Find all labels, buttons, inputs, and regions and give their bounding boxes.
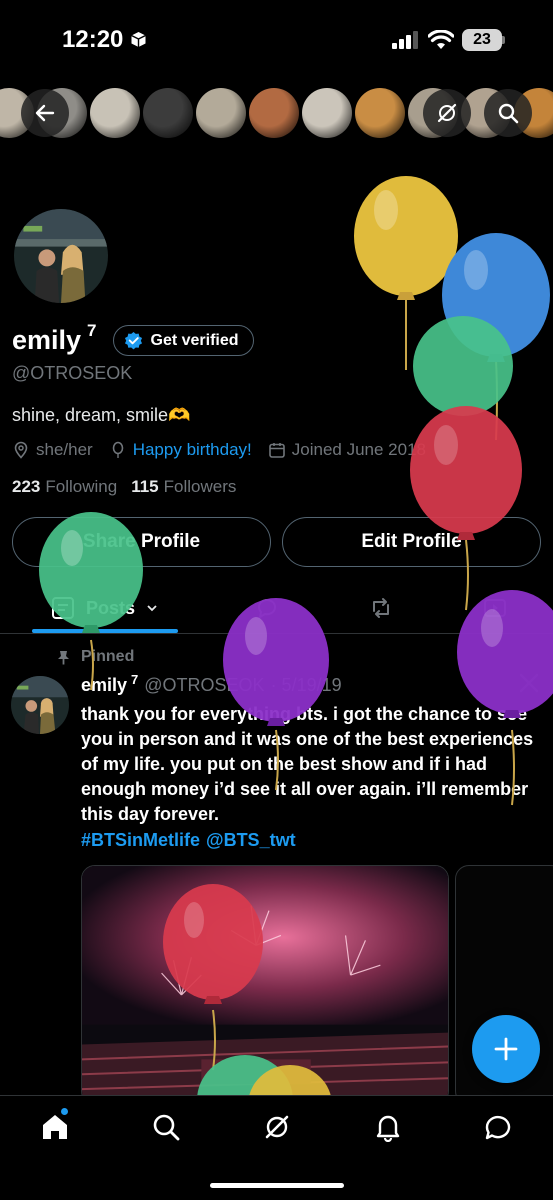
followers-link[interactable]: 115 Followers	[131, 477, 236, 497]
get-verified-button[interactable]: Get verified	[112, 325, 254, 356]
pinned-label: Pinned	[56, 648, 134, 666]
cube-icon	[131, 32, 146, 47]
followers-label: Followers	[163, 477, 237, 496]
plus-icon	[494, 1037, 518, 1061]
get-verified-label: Get verified	[150, 331, 239, 349]
avatar-photo	[14, 209, 108, 303]
pronouns-text: she/her	[36, 440, 93, 459]
moon-phase-image	[196, 88, 246, 138]
tweet-hashtag[interactable]: #BTSinMetlife	[81, 830, 200, 850]
tab-posts[interactable]: Posts	[50, 582, 159, 634]
profile-bio: shine, dream, smile🫶	[12, 405, 191, 425]
tweet-avatar-photo	[11, 676, 69, 734]
pronouns-item: she/her	[12, 440, 93, 460]
tweet-mention[interactable]: @BTS_twt	[206, 830, 296, 850]
tweet-text: thank you for everything bts. i got the …	[81, 704, 534, 824]
verified-badge-icon	[124, 331, 142, 350]
balloon-green-right	[413, 316, 513, 416]
share-profile-button[interactable]: Share Profile	[12, 517, 271, 567]
tab-reposts[interactable]	[368, 582, 394, 634]
home-notification-dot	[61, 1108, 68, 1115]
tweet-author-superscript: 7	[131, 672, 139, 687]
profile-handle: @OTROSEOK	[12, 363, 133, 383]
balloon-yellow	[354, 176, 458, 370]
tab-media[interactable]	[482, 582, 508, 634]
pinned-text: Pinned	[81, 648, 135, 665]
moon-phase-image	[355, 88, 405, 138]
birthday-item[interactable]: Happy birthday!	[109, 440, 252, 460]
tweet-date: · 5/19/19	[270, 675, 342, 695]
home-indicator	[210, 1183, 344, 1188]
follow-stats: 223 Following 115 Followers	[12, 477, 250, 497]
profile-avatar[interactable]	[11, 206, 111, 306]
tweet-tags: #BTSinMetlife @BTS_twt	[81, 830, 302, 851]
tweet-avatar[interactable]	[11, 676, 69, 734]
joined-text: Joined June 2018	[291, 440, 427, 459]
balloon-icon	[112, 441, 124, 458]
following-link[interactable]: 223 Following	[12, 477, 117, 497]
home-icon[interactable]	[40, 1112, 70, 1142]
birthday-link[interactable]: Happy birthday!	[133, 440, 252, 460]
profile-meta: she/her Happy birthday! Joined June 2018	[12, 440, 442, 460]
pin-icon	[58, 650, 69, 664]
profile-name-row: emily 7 Get verified	[12, 321, 254, 356]
tab-posts-label: Posts	[86, 597, 136, 618]
following-count: 223	[12, 477, 41, 496]
repost-icon	[373, 598, 389, 618]
followers-count: 115	[131, 477, 159, 496]
tweet-author-handle[interactable]: @OTROSEOK	[144, 675, 264, 696]
x-logo-icon	[519, 673, 539, 693]
status-bar: 12:20 23	[0, 0, 553, 80]
status-time: 12:20	[62, 26, 124, 53]
wifi-icon	[428, 30, 454, 49]
moon-phase-image	[143, 88, 193, 138]
display-name: emily	[12, 325, 82, 355]
grok-nav-icon[interactable]	[262, 1112, 292, 1142]
following-label: Following	[45, 477, 118, 496]
moon-phase-image	[90, 88, 140, 138]
tweet-header: emily 7 @OTROSEOK · 5/19/19	[81, 672, 342, 696]
posts-icon	[52, 597, 74, 619]
moon-phase-image	[302, 88, 352, 138]
compose-button[interactable]	[472, 1015, 540, 1083]
active-tab-indicator	[32, 629, 178, 633]
chevron-down-icon	[147, 605, 157, 612]
grok-button[interactable]	[423, 89, 471, 137]
back-arrow-icon	[35, 104, 55, 122]
location-pin-icon	[14, 441, 28, 459]
moon-phase-image	[249, 88, 299, 138]
balloon-red-right	[410, 406, 522, 611]
search-button[interactable]	[484, 89, 532, 137]
profile-tabs: Posts	[0, 582, 553, 634]
notifications-bell-icon[interactable]	[373, 1112, 403, 1142]
calendar-icon	[268, 443, 285, 458]
cellular-signal-icon	[392, 31, 418, 49]
back-button[interactable]	[21, 89, 69, 137]
tweet-media-photo[interactable]	[81, 865, 449, 1105]
battery-cap	[502, 36, 505, 44]
explore-search-icon[interactable]	[151, 1112, 181, 1142]
joined-item: Joined June 2018	[268, 440, 426, 460]
search-icon	[498, 103, 519, 124]
media-icon	[484, 599, 506, 617]
edit-profile-button[interactable]: Edit Profile	[282, 517, 541, 567]
concert-fireworks-photo	[82, 866, 448, 1104]
balloon-blue	[442, 233, 550, 441]
battery-indicator: 23	[462, 29, 502, 51]
name-superscript: 7	[87, 320, 97, 340]
reply-icon	[258, 599, 276, 620]
tab-replies[interactable]	[254, 582, 280, 634]
grok-icon	[437, 103, 457, 123]
messages-icon[interactable]	[483, 1112, 513, 1142]
tweet-author-name[interactable]: emily	[81, 675, 127, 696]
